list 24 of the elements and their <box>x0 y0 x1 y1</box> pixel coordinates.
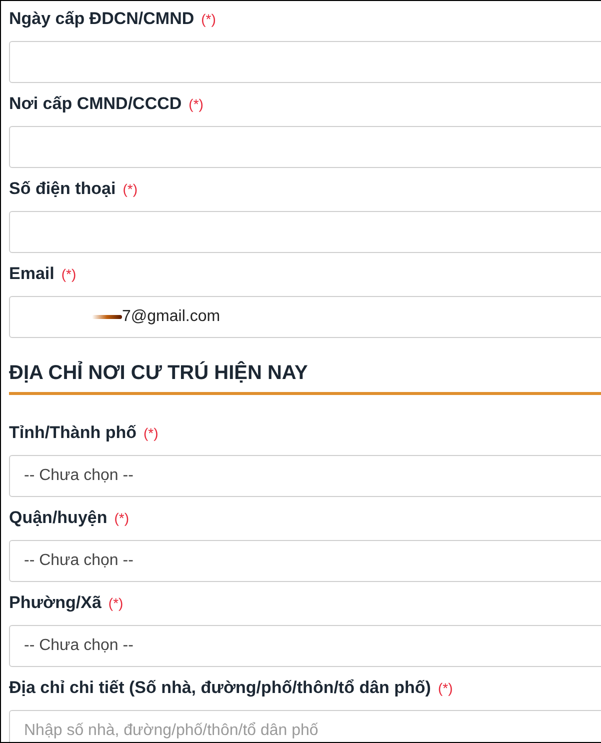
field-label: Nơi cấp CMND/CCCD <box>9 94 182 114</box>
field-label: Tỉnh/Thành phố <box>9 423 136 443</box>
field-label: Email <box>9 264 54 284</box>
required-mark: (*) <box>61 266 76 282</box>
required-mark: (*) <box>143 425 158 441</box>
required-mark: (*) <box>201 11 216 27</box>
field-label: Địa chỉ chi tiết (Số nhà, đường/phố/thôn/tổ dân phố) <box>9 678 431 698</box>
required-mark: (*) <box>114 510 130 526</box>
field-label: Phường/Xã <box>9 593 102 613</box>
input-field[interactable] <box>9 211 601 253</box>
select-field[interactable]: -- Chưa chọn -- <box>9 455 601 497</box>
input-field[interactable]: 7@gmail.com <box>9 296 601 338</box>
required-mark: (*) <box>188 96 204 112</box>
field-label: Quận/huyện <box>9 508 108 528</box>
section-heading: ĐỊA CHỈ NƠI CƯ TRÚ HIỆN NAY <box>9 361 308 385</box>
required-mark: (*) <box>122 181 138 197</box>
select-field[interactable]: -- Chưa chọn -- <box>9 540 601 582</box>
required-mark: (*) <box>108 595 124 611</box>
input-field[interactable] <box>9 41 601 83</box>
field-label: Ngày cấp ĐDCN/CMND <box>9 9 194 29</box>
field-label: Số điện thoại <box>9 179 116 199</box>
required-mark: (*) <box>438 680 453 696</box>
select-field[interactable]: -- Chưa chọn -- <box>9 625 601 667</box>
input-field[interactable] <box>9 126 601 168</box>
